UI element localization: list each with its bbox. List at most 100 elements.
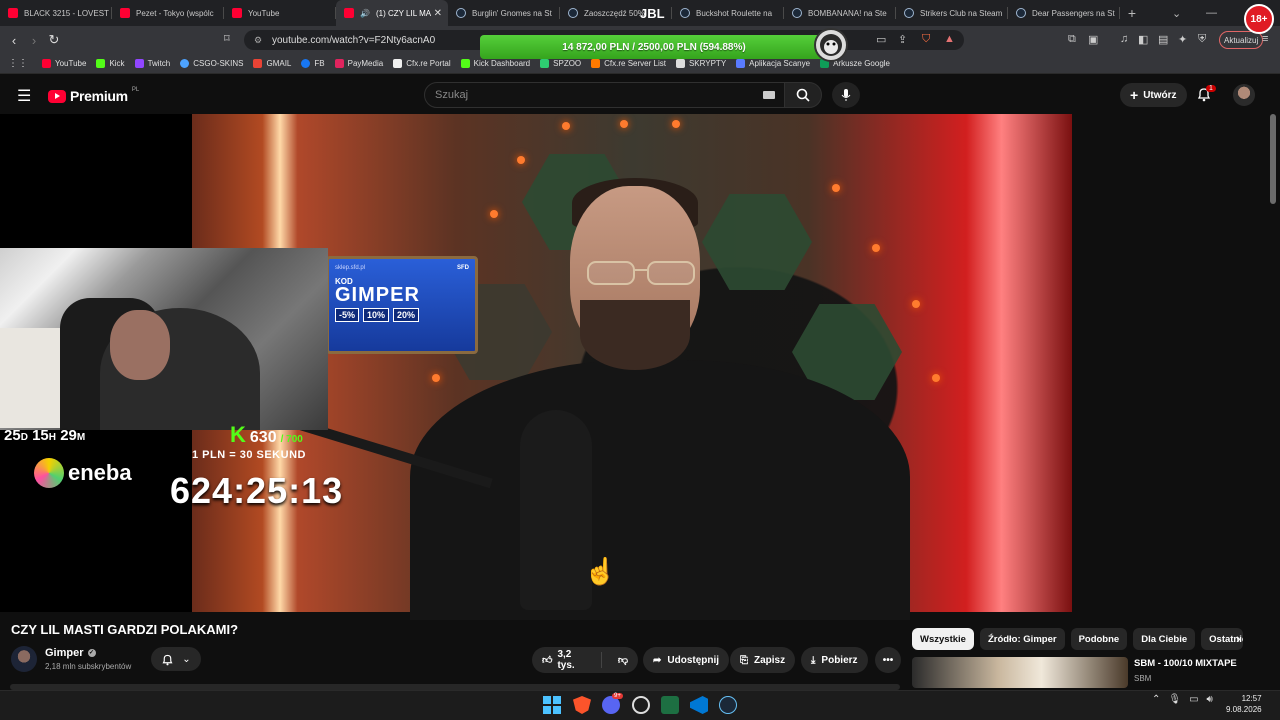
url-text: youtube.com/watch?v=F2Nty6acnA0 <box>272 34 436 46</box>
browser-tab[interactable]: Dear Passengers na St <box>1008 0 1120 26</box>
menu-icon[interactable]: ≡ <box>1262 33 1268 45</box>
new-tab-button[interactable]: + <box>1120 5 1144 21</box>
sign-discount: 20% <box>393 308 420 322</box>
cfx-icon <box>591 59 601 68</box>
save-button[interactable]: ⎘ Zapisz <box>730 647 796 673</box>
chip-source[interactable]: Źródło: Gimper <box>979 628 1065 650</box>
chevron-up-icon[interactable]: ⌃ <box>1152 694 1160 705</box>
recommended-video-channel[interactable]: SBM <box>1134 674 1151 683</box>
browser-tab-active[interactable]: 🔊 (1) CZY LIL MA ✕ <box>336 0 448 26</box>
browser-tab[interactable]: Buckshot Roulette na <box>672 0 784 26</box>
kick-icon <box>460 59 470 68</box>
bookmark-label: SKRYPTY <box>688 59 727 68</box>
media-icon[interactable]: ♫ <box>1120 33 1128 45</box>
clock-date: 9.08.2026 <box>1226 705 1262 714</box>
taskbar-clock[interactable]: 12:57 9.08.2026 <box>1226 693 1262 715</box>
chevron-right-icon[interactable]: › <box>1236 630 1241 646</box>
subscription-notifications-button[interactable]: ⌄ <box>151 647 201 671</box>
bookmark-item[interactable]: Kick <box>96 59 125 68</box>
share-page-icon[interactable]: ⇪ <box>898 33 907 46</box>
chip-for-you[interactable]: Dla Ciebie <box>1133 628 1196 650</box>
bookmark-item[interactable]: PayMedia <box>334 59 383 68</box>
obs-icon[interactable] <box>632 696 650 714</box>
forward-icon[interactable]: › <box>24 33 44 48</box>
streamer-torso <box>410 360 910 620</box>
notification-count-badge: 1 <box>1206 85 1216 92</box>
hamburger-menu-icon[interactable]: ☰ <box>17 86 31 106</box>
tab-label: Zaoszczędź 50% <box>584 8 645 18</box>
dislike-button[interactable]: 👎︎ <box>608 654 638 666</box>
tab-search-icon[interactable]: ⌄ <box>1172 0 1181 26</box>
reload-icon[interactable]: ↻ <box>44 32 64 48</box>
download-button[interactable]: ⤓ Pobierz <box>801 647 868 673</box>
create-button[interactable]: + Utwórz <box>1120 83 1187 107</box>
channel-name-link[interactable]: Gimper ✓ <box>45 647 96 659</box>
bookmark-item[interactable]: CSGO-SKINS <box>180 59 243 68</box>
microphone-tray-icon[interactable]: 🎙︎ <box>1168 694 1181 705</box>
browser-tab[interactable]: Burglin' Gnomes na St <box>448 0 560 26</box>
tab-label: BLACK 3215 - LOVEST <box>24 8 109 18</box>
bookmark-item[interactable]: GMAIL <box>253 59 291 68</box>
like-button[interactable]: 👍︎ 3,2 tys. <box>532 649 602 671</box>
keyboard-icon[interactable] <box>763 91 775 99</box>
windows-start-icon[interactable] <box>543 696 561 714</box>
more-icon: ••• <box>882 654 894 666</box>
bookmark-item[interactable]: Kick Dashboard <box>460 59 530 68</box>
subathon-timer: 624:25:13 <box>170 470 344 511</box>
back-icon[interactable]: ‹ <box>4 33 24 48</box>
age-badge: 18+ <box>1244 4 1274 34</box>
channel-avatar[interactable] <box>11 646 37 672</box>
bookmark-item[interactable]: SPZOO <box>540 59 581 68</box>
chip-similar[interactable]: Podobne <box>1070 628 1128 650</box>
volume-icon[interactable]: 🔊︎ <box>1207 694 1213 705</box>
network-icon[interactable]: ▭ <box>1189 694 1198 705</box>
sign-discount: 10% <box>363 308 390 322</box>
monkey-mascot-icon <box>814 28 848 62</box>
search-input[interactable]: Szukaj <box>424 82 786 108</box>
account-avatar[interactable] <box>1233 84 1255 106</box>
browser-tab[interactable]: BOMBANANA! na Ste <box>784 0 896 26</box>
wallet-icon[interactable]: ▤ <box>1158 33 1168 46</box>
bookmark-item[interactable]: Cfx.re Server List <box>591 59 666 68</box>
bookmark-item[interactable]: FB <box>301 59 325 68</box>
screenshot-icon[interactable]: ▣ <box>1088 33 1098 46</box>
steam-taskbar-icon[interactable] <box>719 696 737 714</box>
vpn-icon[interactable]: ⛨ <box>1198 33 1206 46</box>
cast-icon[interactable]: ▭ <box>876 33 886 46</box>
brave-shield-icon[interactable]: ⛉ <box>922 33 930 46</box>
site-info-icon[interactable]: ⚙ <box>254 35 264 46</box>
bookmark-label: FB <box>314 59 325 68</box>
extensions-icon[interactable]: ⧉ <box>1068 33 1076 46</box>
sidebar-icon[interactable]: ◧ <box>1138 33 1148 46</box>
recommended-video-title[interactable]: SBM - 100/10 MIXTAPE <box>1134 658 1237 669</box>
bookmark-item[interactable]: Cfx.re Portal <box>393 59 451 68</box>
bookmark-item[interactable]: Aplikacja Scanye <box>736 59 810 68</box>
recommended-video-thumbnail[interactable] <box>912 657 1128 688</box>
share-button[interactable]: ➦ Udostępnij <box>643 647 730 673</box>
speaker-icon[interactable]: 🔊 <box>360 9 370 18</box>
leo-icon[interactable]: ✦ <box>1178 33 1187 46</box>
apps-grid-icon[interactable]: ⋮⋮ <box>8 58 28 69</box>
browser-tab[interactable]: Pezet - Tokyo (wspólc <box>112 0 224 26</box>
browser-tab[interactable]: YouTube <box>224 0 336 26</box>
youtube-logo[interactable]: Premium PL <box>48 87 139 104</box>
search-button[interactable] <box>784 82 822 108</box>
tab-label: Dear Passengers na St <box>1032 8 1115 18</box>
close-tab-icon[interactable]: ✕ <box>434 8 442 19</box>
page-scrollbar[interactable] <box>1270 114 1276 204</box>
excel-icon[interactable] <box>661 696 679 714</box>
browser-tab[interactable]: BLACK 3215 - LOVEST <box>0 0 112 26</box>
plus-icon: + <box>1130 87 1139 103</box>
bookmark-item[interactable]: Twitch <box>134 59 170 68</box>
steam-icon <box>904 8 914 18</box>
more-actions-button[interactable]: ••• <box>875 647 901 673</box>
eneba-logo-icon <box>34 458 64 488</box>
bookmark-icon[interactable]: ⌑ <box>224 32 230 45</box>
chip-all[interactable]: Wszystkie <box>912 628 974 650</box>
rewards-icon[interactable]: ▲ <box>944 33 955 45</box>
minimize-icon[interactable]: — <box>1206 0 1217 26</box>
voice-search-button[interactable] <box>832 82 860 108</box>
browser-tab[interactable]: Strikers Club na Steam <box>896 0 1008 26</box>
bookmark-item[interactable]: YouTube <box>42 59 86 68</box>
bookmark-item[interactable]: SKRYPTY <box>675 59 727 68</box>
